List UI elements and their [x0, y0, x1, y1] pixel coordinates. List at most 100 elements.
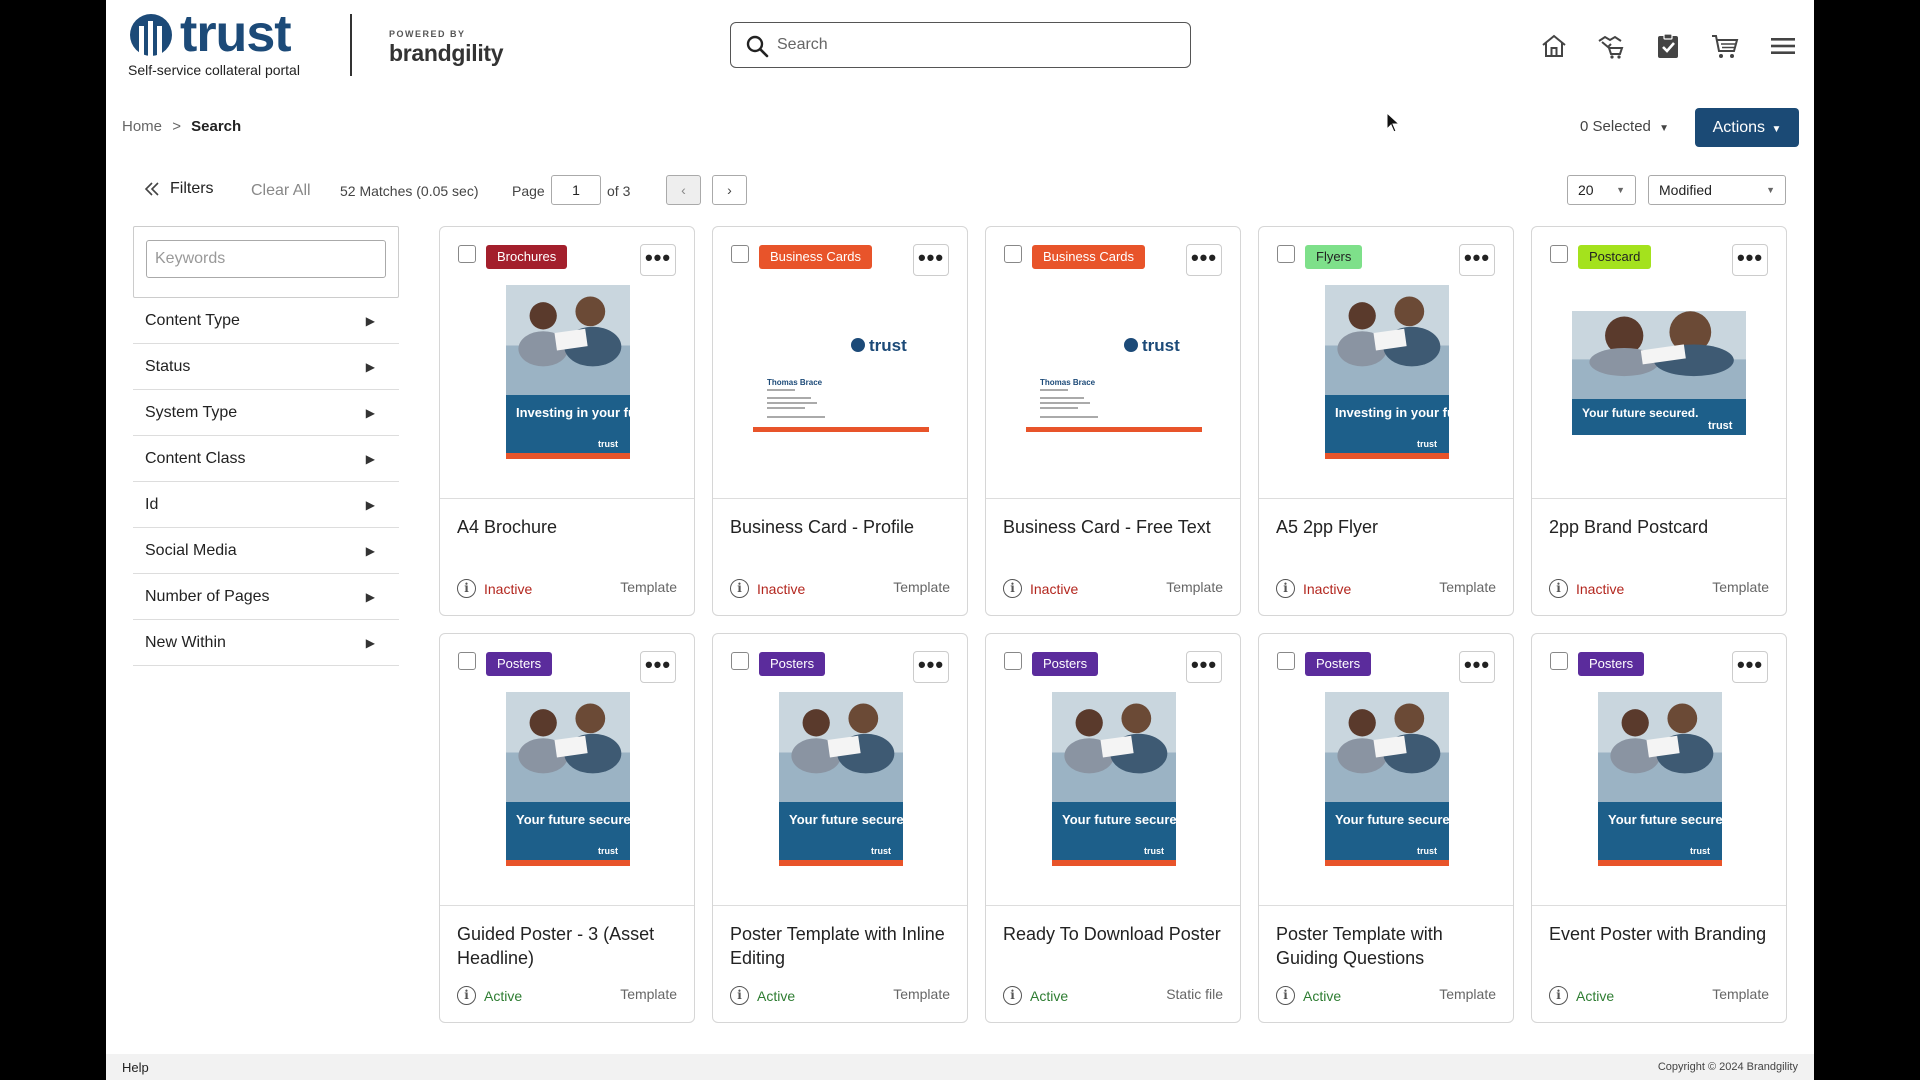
- handshake-cart-icon[interactable]: [1597, 32, 1625, 60]
- info-icon[interactable]: i: [1003, 986, 1022, 1005]
- poster-thumbnail[interactable]: Investing in your future trust: [1325, 285, 1449, 459]
- hamburger-menu-icon[interactable]: [1769, 32, 1797, 60]
- select-checkbox[interactable]: [731, 652, 749, 670]
- asset-card[interactable]: Posters ••• Your future secured. trust Event…: [1531, 633, 1787, 1023]
- clear-all-link[interactable]: Clear All: [251, 182, 311, 200]
- more-dots-icon[interactable]: •••: [1459, 244, 1495, 276]
- select-checkbox[interactable]: [1004, 245, 1022, 263]
- card-preview[interactable]: Brochures ••• Investing in your future. tru…: [440, 227, 694, 499]
- clipboard-check-icon[interactable]: [1654, 32, 1682, 60]
- actions-button[interactable]: Actions ▼: [1695, 108, 1799, 147]
- card-title[interactable]: Ready To Download Poster: [1003, 922, 1228, 946]
- search-input[interactable]: [777, 23, 1177, 66]
- filters-toggle[interactable]: Filters: [144, 180, 214, 198]
- card-title[interactable]: 2pp Brand Postcard: [1549, 515, 1774, 539]
- card-preview[interactable]: Posters ••• Your future secured trust: [986, 634, 1240, 906]
- card-title[interactable]: Event Poster with Branding: [1549, 922, 1774, 946]
- asset-card[interactable]: Posters ••• Your future secured trust Guided…: [439, 633, 695, 1023]
- poster-thumbnail[interactable]: Your future secured trust: [1052, 692, 1176, 866]
- facet-number-of-pages[interactable]: Number of Pages ▶: [133, 574, 399, 620]
- per-page-select[interactable]: 20 ▼: [1567, 175, 1636, 205]
- poster-thumbnail[interactable]: Your future secured. trust: [1598, 692, 1722, 866]
- info-icon[interactable]: i: [1549, 579, 1568, 598]
- keywords-input[interactable]: [146, 240, 386, 278]
- card-preview[interactable]: Posters ••• Your future secured. trust: [713, 634, 967, 906]
- selection-count-dropdown[interactable]: 0 Selected ▼: [1580, 118, 1669, 135]
- facet-status[interactable]: Status ▶: [133, 344, 399, 390]
- card-title[interactable]: Guided Poster - 3 (Asset Headline): [457, 922, 682, 970]
- search-box[interactable]: [730, 22, 1191, 68]
- poster-thumbnail[interactable]: Your future secured trust: [506, 692, 630, 866]
- facet-social-media[interactable]: Social Media ▶: [133, 528, 399, 574]
- breadcrumb-home-link[interactable]: Home: [122, 118, 162, 135]
- card-title[interactable]: A5 2pp Flyer: [1276, 515, 1501, 539]
- more-dots-icon[interactable]: •••: [913, 244, 949, 276]
- info-icon[interactable]: i: [730, 986, 749, 1005]
- select-checkbox[interactable]: [1004, 652, 1022, 670]
- more-dots-icon[interactable]: •••: [1732, 244, 1768, 276]
- card-preview[interactable]: Business Cards ••• trust Thomas Brace: [713, 227, 967, 499]
- card-title[interactable]: A4 Brochure: [457, 515, 682, 539]
- info-icon[interactable]: i: [1276, 579, 1295, 598]
- select-checkbox[interactable]: [731, 245, 749, 263]
- more-dots-icon[interactable]: •••: [913, 651, 949, 683]
- next-page-button[interactable]: ›: [712, 175, 747, 205]
- card-preview[interactable]: Postcard ••• Your future secured. trust: [1532, 227, 1786, 499]
- facet-id[interactable]: Id ▶: [133, 482, 399, 528]
- facet-content-class[interactable]: Content Class ▶: [133, 436, 399, 482]
- cart-icon[interactable]: [1711, 32, 1739, 60]
- asset-card[interactable]: Business Cards ••• trust Thomas Brace Busine…: [985, 226, 1241, 616]
- poster-thumbnail[interactable]: Your future secured trust: [1325, 692, 1449, 866]
- sort-select[interactable]: Modified ▼: [1648, 175, 1786, 205]
- card-title[interactable]: Poster Template with Guiding Questions: [1276, 922, 1501, 970]
- card-title[interactable]: Poster Template with Inline Editing: [730, 922, 955, 970]
- select-checkbox[interactable]: [1277, 652, 1295, 670]
- info-icon[interactable]: i: [1003, 579, 1022, 598]
- asset-card[interactable]: Posters ••• Your future secured trust Ready …: [985, 633, 1241, 1023]
- more-dots-icon[interactable]: •••: [1732, 651, 1768, 683]
- asset-card[interactable]: Postcard ••• Your future secured. trust 2pp …: [1531, 226, 1787, 616]
- card-title[interactable]: Business Card - Free Text: [1003, 515, 1228, 539]
- more-dots-icon[interactable]: •••: [1186, 244, 1222, 276]
- asset-card[interactable]: Posters ••• Your future secured trust Poster…: [1258, 633, 1514, 1023]
- more-dots-icon[interactable]: •••: [640, 244, 676, 276]
- trust-logo[interactable]: trust Self-service collateral portal: [128, 6, 318, 80]
- postcard-thumbnail[interactable]: Your future secured. trust: [1572, 311, 1746, 435]
- info-icon[interactable]: i: [1549, 986, 1568, 1005]
- asset-card[interactable]: Posters ••• Your future secured. trust Poste…: [712, 633, 968, 1023]
- card-preview[interactable]: Business Cards ••• trust Thomas Brace: [986, 227, 1240, 499]
- select-checkbox[interactable]: [458, 652, 476, 670]
- facet-system-type[interactable]: System Type ▶: [133, 390, 399, 436]
- asset-card[interactable]: Flyers ••• Investing in your future trust A5…: [1258, 226, 1514, 616]
- select-checkbox[interactable]: [1277, 245, 1295, 263]
- asset-card[interactable]: Brochures ••• Investing in your future. tru…: [439, 226, 695, 616]
- select-checkbox[interactable]: [458, 245, 476, 263]
- poster-thumbnail[interactable]: Your future secured. trust: [779, 692, 903, 866]
- prev-page-button[interactable]: ‹: [666, 175, 701, 205]
- business-card-thumbnail[interactable]: trust Thomas Brace: [1026, 323, 1202, 433]
- card-preview[interactable]: Flyers ••• Investing in your future trust: [1259, 227, 1513, 499]
- asset-card[interactable]: Business Cards ••• trust Thomas Brace Busine…: [712, 226, 968, 616]
- select-checkbox[interactable]: [1550, 652, 1568, 670]
- more-dots-icon[interactable]: •••: [640, 651, 676, 683]
- card-status: i Inactive: [1549, 579, 1624, 598]
- info-icon[interactable]: i: [1276, 986, 1295, 1005]
- page-number-input[interactable]: 1: [551, 175, 601, 205]
- home-icon[interactable]: [1540, 32, 1568, 60]
- content-type-badge: Brochures: [486, 245, 568, 269]
- card-title[interactable]: Business Card - Profile: [730, 515, 955, 539]
- info-icon[interactable]: i: [457, 986, 476, 1005]
- facet-content-type[interactable]: Content Type ▶: [133, 298, 399, 344]
- business-card-thumbnail[interactable]: trust Thomas Brace: [753, 323, 929, 433]
- facet-new-within[interactable]: New Within ▶: [133, 620, 399, 666]
- card-preview[interactable]: Posters ••• Your future secured trust: [440, 634, 694, 906]
- help-link[interactable]: Help: [122, 1060, 149, 1075]
- info-icon[interactable]: i: [457, 579, 476, 598]
- select-checkbox[interactable]: [1550, 245, 1568, 263]
- card-preview[interactable]: Posters ••• Your future secured. trust: [1532, 634, 1786, 906]
- more-dots-icon[interactable]: •••: [1459, 651, 1495, 683]
- card-preview[interactable]: Posters ••• Your future secured trust: [1259, 634, 1513, 906]
- info-icon[interactable]: i: [730, 579, 749, 598]
- poster-thumbnail[interactable]: Investing in your future. trust: [506, 285, 630, 459]
- more-dots-icon[interactable]: •••: [1186, 651, 1222, 683]
